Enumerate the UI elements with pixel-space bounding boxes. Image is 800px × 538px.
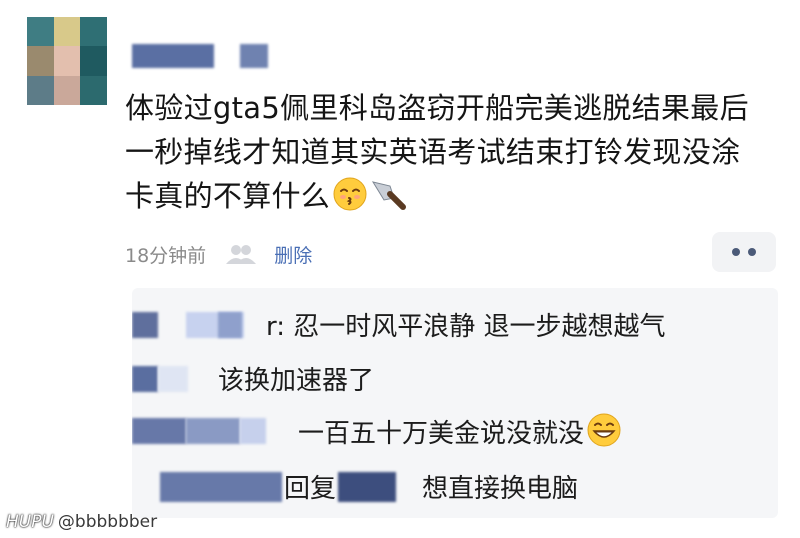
reply-author-blurred[interactable]: [160, 472, 282, 502]
kitchen-knife-icon: [372, 181, 407, 210]
users-icon[interactable]: [224, 242, 258, 266]
post-body: 体验过gta5佩里科岛盗窃开船完美逃脱结果最后一秒掉线才知道其实英语考试结束打铃…: [125, 91, 749, 213]
reply-target-blurred[interactable]: [338, 472, 396, 502]
reply-text: 想直接换电脑: [422, 474, 579, 504]
reply-author-blurred[interactable]: [158, 366, 188, 392]
reply-prefix: 回复: [284, 474, 337, 504]
reply-author-blurred[interactable]: [132, 312, 158, 338]
watermark: HUPU @bbbbbber: [6, 512, 157, 532]
avatar[interactable]: [27, 17, 107, 105]
reply-author-blurred[interactable]: [240, 418, 266, 444]
dot-icon: [748, 248, 756, 256]
more-options-button[interactable]: [712, 232, 776, 272]
reply-author-blurred[interactable]: [186, 418, 240, 444]
reply-text: r: 忍一时风平浪静 退一步越想越气: [266, 312, 666, 342]
post-time: 18分钟前: [125, 244, 207, 267]
username-blurred-2: [240, 44, 268, 68]
kissing-face-icon: [333, 177, 367, 211]
username-blurred[interactable]: [132, 44, 214, 68]
reply-author-blurred[interactable]: [218, 312, 242, 338]
reply-author-blurred[interactable]: [132, 418, 186, 444]
delete-button[interactable]: 删除: [274, 241, 312, 268]
watermark-handle: @bbbbbber: [57, 512, 158, 532]
post-text: 体验过gta5佩里科岛盗窃开船完美逃脱结果最后一秒掉线才知道其实英语考试结束打铃…: [125, 86, 765, 218]
reply-text: 一百五十万美金说没就没: [298, 412, 622, 450]
grinning-face-icon: [587, 413, 621, 447]
reply-text-body: 一百五十万美金说没就没: [298, 419, 585, 449]
dot-icon: [732, 248, 740, 256]
reply-text: 该换加速器了: [218, 366, 375, 396]
replies-panel: r: 忍一时风平浪静 退一步越想越气 该换加速器了 一百五十万美金说没就没 回复…: [132, 288, 778, 518]
hupu-logo: HUPU: [6, 512, 54, 532]
post-meta: 18分钟前 删除: [125, 240, 312, 268]
reply-author-blurred[interactable]: [132, 366, 158, 392]
